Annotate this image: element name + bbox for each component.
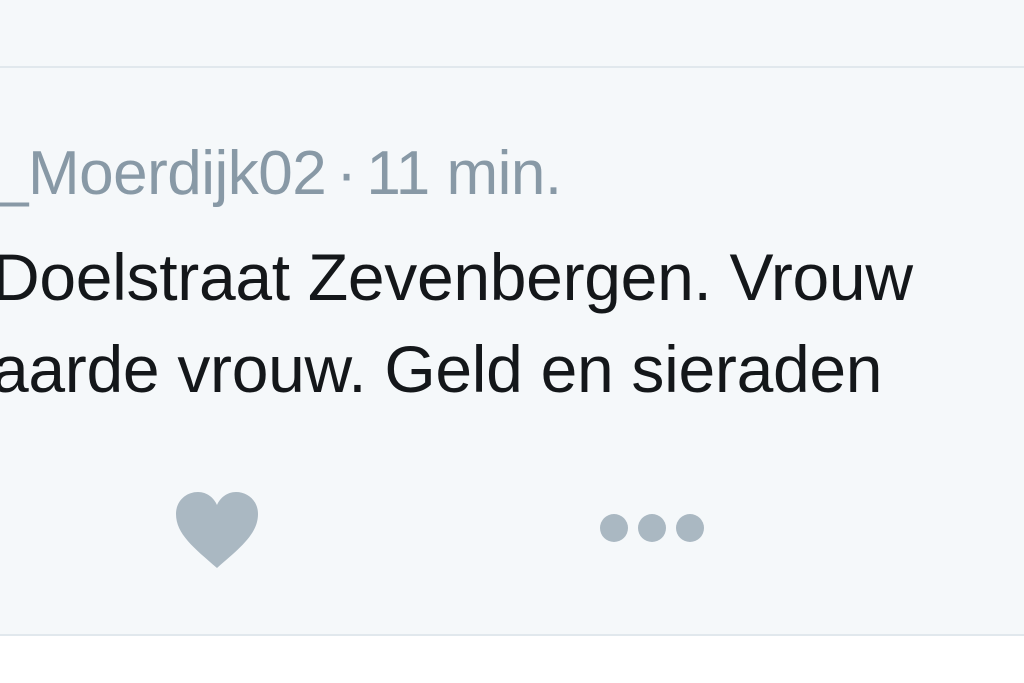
tweet-text: Doelstraat Zevenbergen. Vrouw aarde vrou… bbox=[0, 231, 913, 415]
tweet-username[interactable]: _Moerdijk02 bbox=[0, 139, 327, 208]
more-dots-icon bbox=[600, 514, 704, 542]
tweet-header-separator: · bbox=[336, 139, 357, 208]
tweet-text-line: aarde vrouw. Geld en sieraden bbox=[0, 332, 883, 406]
tweet-timestamp[interactable]: 11 min. bbox=[366, 139, 562, 208]
tweet-header: _Moerdijk02 · 11 min. bbox=[0, 138, 562, 210]
top-background bbox=[0, 0, 1024, 66]
tweet-text-line: Doelstraat Zevenbergen. Vrouw bbox=[0, 240, 913, 314]
like-button[interactable] bbox=[174, 490, 260, 570]
more-options-button[interactable] bbox=[594, 506, 710, 550]
tweet-card[interactable]: _Moerdijk02 · 11 min. Doelstraat Zevenberg… bbox=[0, 68, 1024, 634]
heart-icon bbox=[176, 492, 258, 568]
bottom-background bbox=[0, 636, 1024, 683]
